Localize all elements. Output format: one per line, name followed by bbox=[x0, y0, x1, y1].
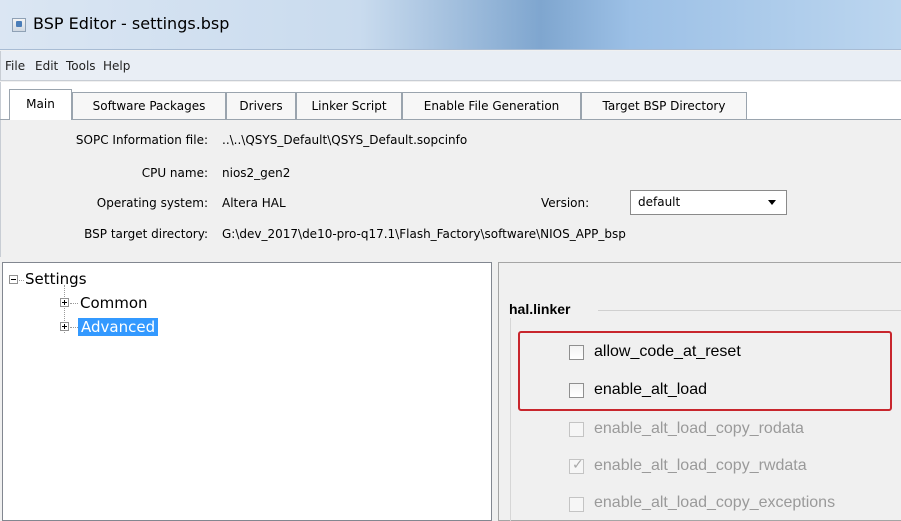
enable-alt-load-copy-rodata-label: enable_alt_load_copy_rodata bbox=[594, 420, 804, 437]
menu-file[interactable]: File bbox=[5, 59, 25, 73]
group-title: hal.linker bbox=[509, 301, 571, 317]
enable-alt-load-copy-rwdata-checkbox[interactable]: ✓ bbox=[569, 457, 584, 474]
title-bar: BSP Editor - settings.bsp bbox=[0, 0, 901, 50]
tab-target-bsp-directory[interactable]: Target BSP Directory bbox=[581, 92, 747, 119]
enable-alt-load-copy-rwdata-label: enable_alt_load_copy_rwdata bbox=[594, 457, 807, 474]
tree-connector bbox=[70, 327, 78, 328]
tab-enable-file-generation[interactable]: Enable File Generation bbox=[402, 92, 581, 119]
cpu-name-value: nios2_gen2 bbox=[222, 166, 291, 180]
enable-alt-load-copy-rodata-checkbox[interactable] bbox=[569, 422, 584, 437]
tab-drivers[interactable]: Drivers bbox=[226, 92, 296, 119]
os-value: Altera HAL bbox=[222, 196, 286, 210]
menu-bar: File Edit Tools Help bbox=[0, 51, 901, 81]
sopc-file-label: SOPC Information file: bbox=[75, 133, 208, 147]
version-label: Version: bbox=[541, 196, 590, 210]
tree-item-settings[interactable]: Settings bbox=[25, 270, 87, 288]
expand-icon[interactable] bbox=[60, 322, 69, 331]
menu-tools[interactable]: Tools bbox=[66, 59, 96, 73]
tab-main[interactable]: Main bbox=[9, 89, 72, 120]
version-dropdown[interactable]: default bbox=[630, 190, 787, 215]
tab-software-packages[interactable]: Software Packages bbox=[72, 92, 226, 119]
sopc-file-value: ..\..\QSYS_Default\QSYS_Default.sopcinfo bbox=[222, 133, 468, 147]
bsp-dir-value: G:\dev_2017\de10-pro-q17.1\Flash_Factory… bbox=[222, 227, 626, 241]
highlight-annotation bbox=[518, 331, 892, 411]
tree-item-common[interactable]: Common bbox=[80, 294, 148, 312]
window-title: BSP Editor - settings.bsp bbox=[33, 14, 230, 33]
tree-item-advanced[interactable]: Advanced bbox=[78, 318, 159, 336]
tab-bar: Main Software Packages Drivers Linker Sc… bbox=[0, 82, 901, 120]
collapse-icon[interactable] bbox=[9, 275, 18, 284]
expand-icon[interactable] bbox=[60, 298, 69, 307]
os-label: Operating system: bbox=[96, 196, 208, 210]
settings-tree[interactable] bbox=[2, 262, 492, 521]
version-value: default bbox=[638, 195, 681, 209]
cpu-name-label: CPU name: bbox=[141, 166, 208, 180]
enable-alt-load-copy-exceptions-label: enable_alt_load_copy_exceptions bbox=[594, 494, 836, 511]
tab-linker-script[interactable]: Linker Script bbox=[296, 92, 402, 119]
group-border bbox=[510, 318, 511, 521]
bsp-dir-label: BSP target directory: bbox=[84, 227, 208, 241]
tree-connector bbox=[19, 280, 24, 281]
tree-connector bbox=[70, 303, 78, 304]
app-icon bbox=[12, 18, 26, 32]
chevron-down-icon bbox=[768, 200, 776, 205]
check-icon: ✓ bbox=[572, 457, 584, 473]
menu-help[interactable]: Help bbox=[103, 59, 130, 73]
group-divider bbox=[598, 310, 901, 311]
enable-alt-load-copy-exceptions-checkbox[interactable] bbox=[569, 497, 584, 512]
menu-edit[interactable]: Edit bbox=[35, 59, 58, 73]
